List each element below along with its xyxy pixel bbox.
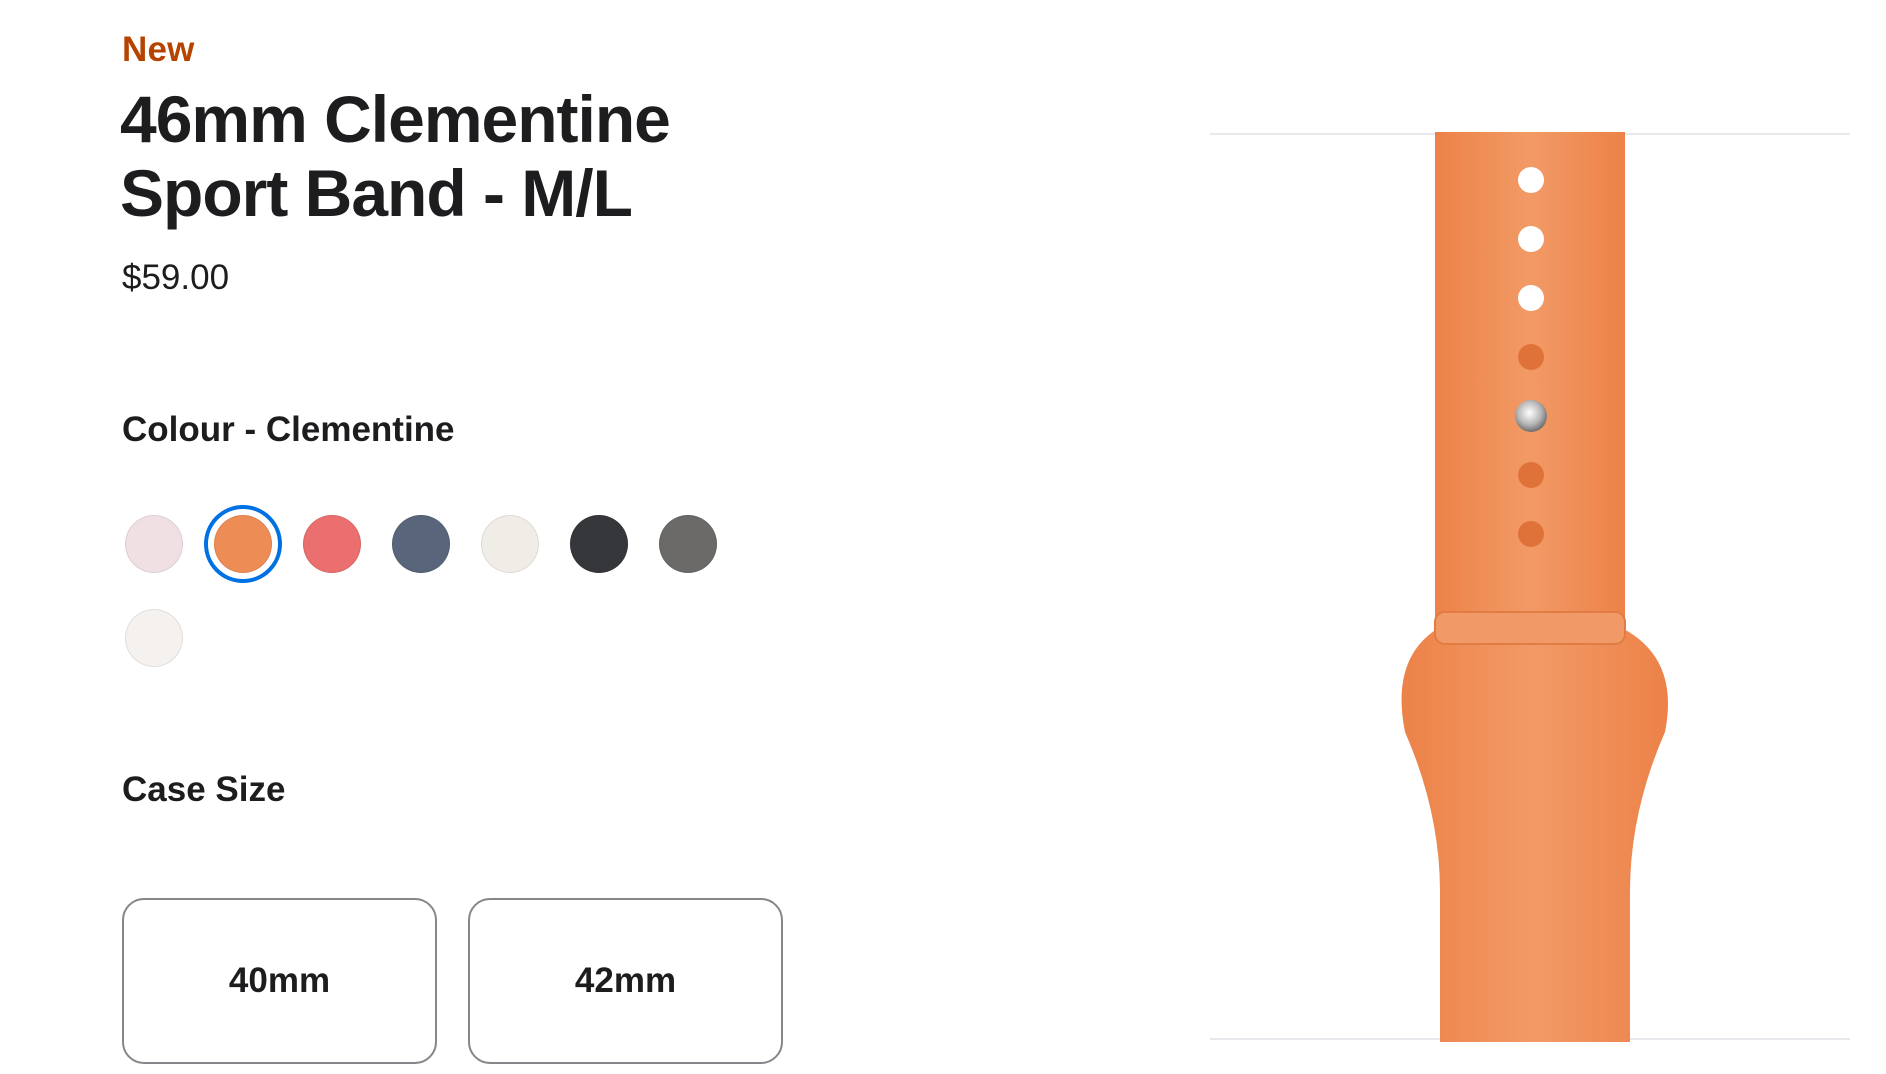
colour-swatch-cream[interactable] — [481, 515, 539, 573]
band-pin — [1515, 400, 1547, 432]
product-title: 46mm Clementine Sport Band - M/L — [120, 82, 820, 230]
colour-swatch-grey[interactable] — [659, 515, 717, 573]
case-size-40mm-button[interactable]: 40mm — [122, 898, 437, 1064]
band-hole — [1518, 285, 1544, 311]
colour-swatch-white[interactable] — [125, 609, 183, 667]
colour-label: Colour - Clementine — [122, 410, 455, 449]
product-title-line2: Sport Band - M/L — [120, 156, 633, 230]
band-hole — [1518, 462, 1544, 488]
new-badge: New — [122, 30, 195, 69]
colour-swatches — [125, 505, 875, 715]
product-price: $59.00 — [122, 258, 230, 297]
band-lower — [1401, 627, 1668, 1042]
band-hole — [1518, 344, 1544, 370]
case-size-42mm-button[interactable]: 42mm — [468, 898, 783, 1064]
product-image — [1401, 132, 1668, 1042]
colour-swatch-slate[interactable] — [392, 515, 450, 573]
colour-swatch-pink[interactable] — [125, 515, 183, 573]
band-hole — [1518, 226, 1544, 252]
band-upper — [1435, 132, 1625, 642]
case-size-label: Case Size — [122, 770, 286, 809]
band-hole — [1518, 167, 1544, 193]
band-keeper — [1434, 611, 1626, 645]
product-title-line1: 46mm Clementine — [120, 82, 671, 156]
band-hole — [1518, 521, 1544, 547]
colour-swatch-black[interactable] — [570, 515, 628, 573]
colour-swatch-clementine[interactable] — [204, 505, 282, 583]
colour-swatch-coral[interactable] — [303, 515, 361, 573]
